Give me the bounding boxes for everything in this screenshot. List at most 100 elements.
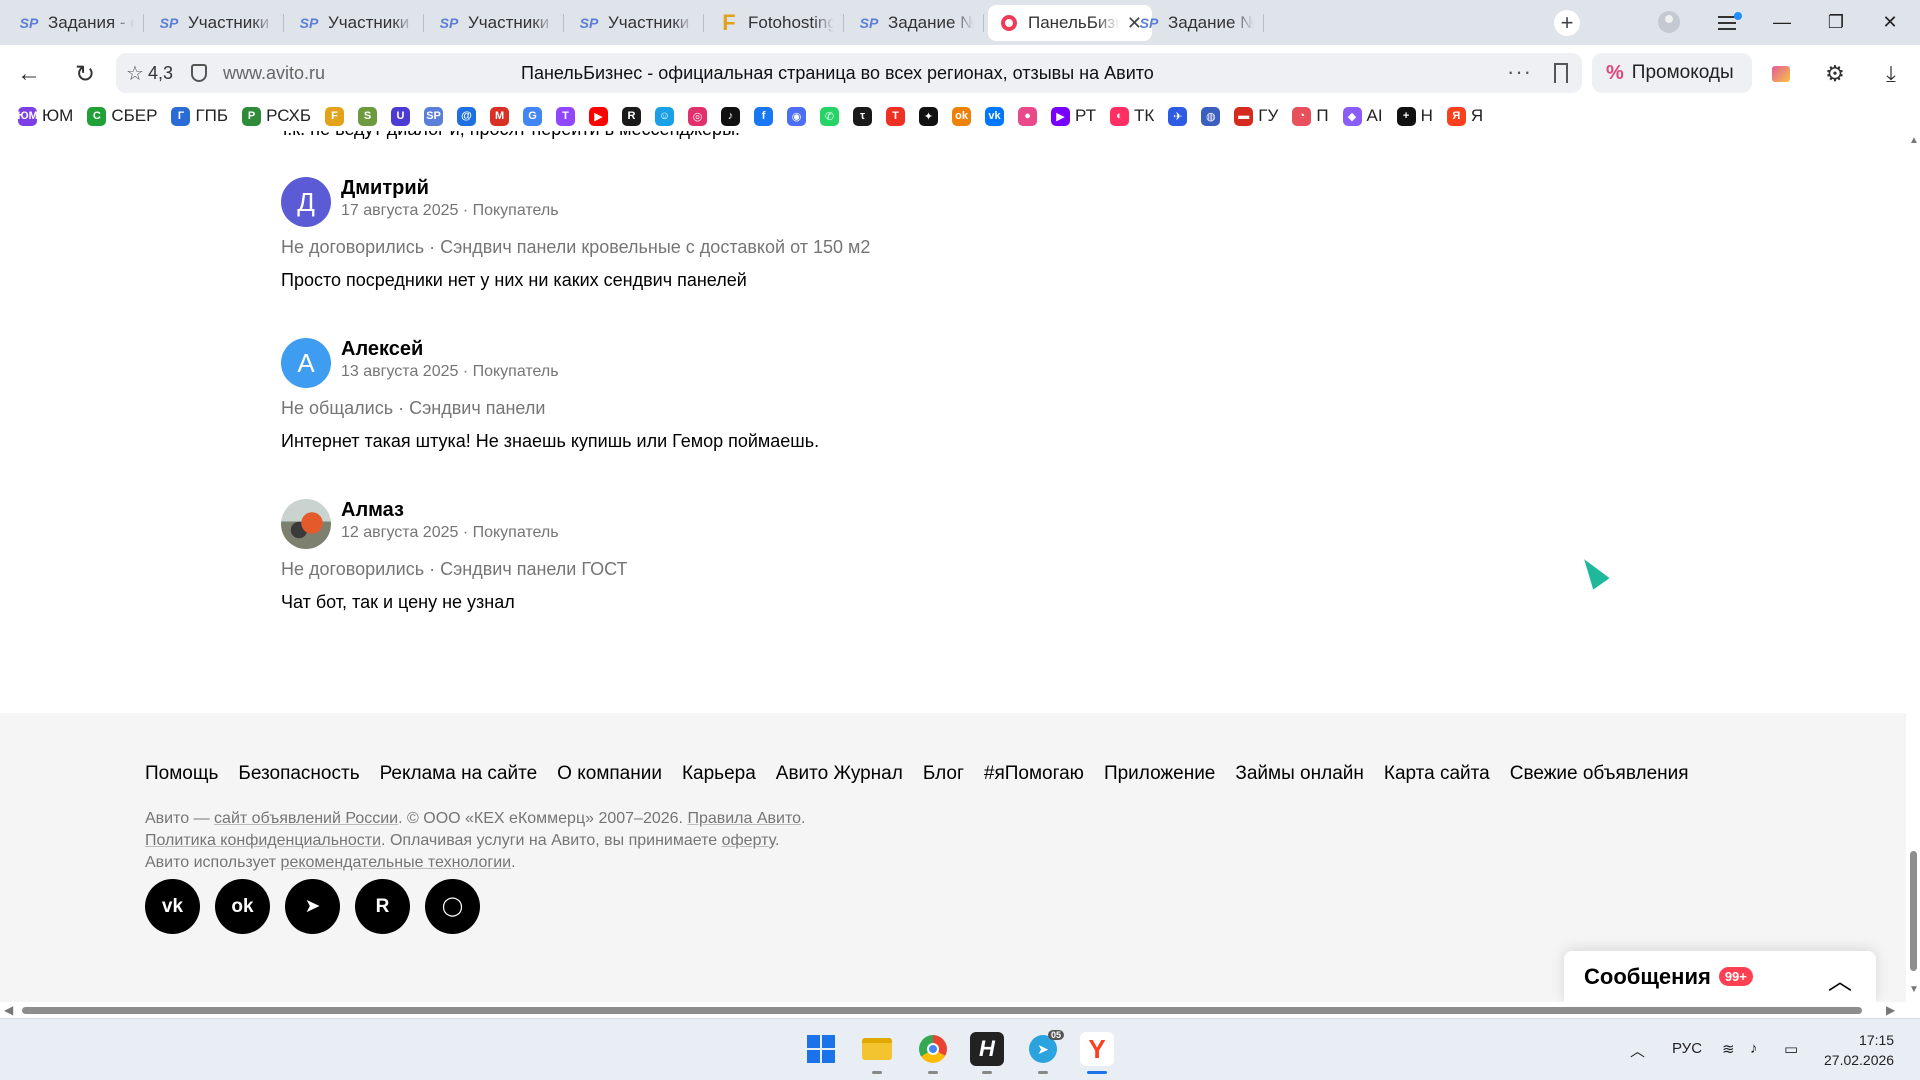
profile-icon[interactable] — [1658, 11, 1680, 33]
russia-classifieds-link[interactable]: сайт объявлений России — [214, 810, 398, 827]
shield-icon[interactable] — [190, 64, 207, 82]
bookmark-item[interactable]: G — [523, 106, 543, 126]
reviewer-name[interactable]: Алмаз — [341, 499, 404, 522]
chevron-up-icon[interactable]: ︿ — [1828, 961, 1852, 996]
footer-link[interactable]: Займы онлайн — [1235, 763, 1363, 785]
url-text[interactable]: www.avito.ru — [223, 63, 325, 84]
bookmark-icon[interactable] — [1554, 63, 1568, 83]
footer-link[interactable]: Приложение — [1104, 763, 1215, 785]
bookmark-item[interactable]: @ — [457, 106, 477, 126]
footer-link[interactable]: Реклама на сайте — [380, 763, 538, 785]
reload-icon[interactable]: ↻ — [68, 57, 102, 91]
minimize-icon[interactable]: — — [1762, 8, 1802, 36]
max-icon[interactable]: ◯ — [425, 879, 480, 934]
bookmark-item[interactable]: ♪ — [721, 106, 741, 126]
bookmark-item[interactable]: ● — [1018, 106, 1038, 126]
bookmark-item[interactable]: S — [358, 106, 378, 126]
bookmark-item[interactable]: С СБЕР — [87, 106, 157, 126]
chrome-icon[interactable] — [916, 1032, 950, 1074]
browser-tab[interactable]: F Fotohosting.Pro — [708, 5, 844, 41]
address-bar[interactable]: ☆ 4,3 www.avito.ru ПанельБизнес - официа… — [116, 53, 1582, 93]
horizontal-scrollbar[interactable]: ◀ ▶ — [0, 1002, 1920, 1018]
browser-tab[interactable]: SP Участники - пр — [148, 5, 284, 41]
bookmark-item[interactable]: ◆ AI — [1342, 106, 1383, 126]
rutube-icon[interactable]: R — [355, 879, 410, 934]
reviewer-name[interactable]: Дмитрий — [341, 177, 429, 200]
browser-tab[interactable]: SP Задание №283 — [1128, 5, 1264, 41]
bookmark-item[interactable]: ◔ П — [1292, 106, 1329, 126]
browser-tab[interactable]: SP Задание №283 — [848, 5, 984, 41]
start-icon[interactable] — [804, 1032, 838, 1066]
vertical-scroll-thumb[interactable] — [1910, 851, 1917, 971]
footer-link[interactable]: О компании — [557, 763, 662, 785]
footer-link[interactable]: Помощь — [145, 763, 218, 785]
bookmark-item[interactable]: ◉ — [787, 106, 807, 126]
bookmark-item[interactable]: ▶ РТ — [1051, 106, 1096, 126]
wifi-icon[interactable]: ≋ — [1722, 1040, 1735, 1058]
telegram-icon[interactable]: ➤ 05 — [1026, 1030, 1064, 1074]
scroll-down-arrow-icon[interactable]: ▼ — [1909, 984, 1919, 995]
bookmark-item[interactable]: ▶ — [589, 106, 609, 126]
avatar[interactable] — [281, 499, 331, 549]
scroll-right-arrow-icon[interactable]: ▶ — [1886, 1003, 1895, 1017]
restore-icon[interactable]: ❐ — [1816, 8, 1856, 36]
bookmark-item[interactable]: + Н — [1396, 106, 1433, 126]
bookmark-item[interactable]: vk — [985, 106, 1005, 126]
telegram-icon[interactable]: ➤ — [285, 879, 340, 934]
footer-link[interactable]: Безопасность — [238, 763, 359, 785]
volume-icon[interactable]: ♪ — [1750, 1040, 1758, 1057]
avatar[interactable]: Д — [281, 177, 331, 227]
footer-link[interactable]: #яПомогаю — [984, 763, 1084, 785]
offer-link[interactable]: оферту — [722, 832, 775, 849]
reviewer-name[interactable]: Алексей — [341, 338, 423, 361]
messages-widget[interactable]: Сообщения 99+ ︿ — [1564, 951, 1876, 1002]
vk-icon[interactable]: vk — [145, 879, 200, 934]
avatar[interactable]: А — [281, 338, 331, 388]
bookmark-item[interactable]: F — [325, 106, 345, 126]
bookmark-item[interactable]: T — [556, 106, 576, 126]
more-dots-icon[interactable]: ··· — [1507, 59, 1532, 85]
footer-link[interactable]: Карта сайта — [1384, 763, 1490, 785]
bookmark-item[interactable]: ◍ — [1201, 106, 1221, 126]
ok-icon[interactable]: ok — [215, 879, 270, 934]
bookmark-item[interactable]: ✆ — [820, 106, 840, 126]
bookmark-item[interactable]: ✈ — [1168, 106, 1188, 126]
bookmark-item[interactable]: τ — [853, 106, 873, 126]
browser-tab[interactable]: SP Участники - пр — [568, 5, 704, 41]
recommendation-tech-link[interactable]: рекомендательные технологии — [281, 854, 512, 871]
bookmark-item[interactable]: ▬ ГУ — [1234, 106, 1278, 126]
bookmark-item[interactable]: ✦ — [919, 106, 939, 126]
bookmark-item[interactable]: R — [622, 106, 642, 126]
footer-link[interactable]: Авито Журнал — [776, 763, 903, 785]
system-clock[interactable]: 17:15 27.02.2026 — [1824, 1030, 1894, 1070]
bookmark-item[interactable]: SP — [424, 106, 444, 126]
footer-link[interactable]: Блог — [923, 763, 964, 785]
scroll-left-arrow-icon[interactable]: ◀ — [4, 1003, 13, 1017]
bookmark-item[interactable]: ЮМ ЮМ — [17, 106, 73, 126]
language-indicator[interactable]: РУС — [1672, 1040, 1702, 1057]
yandex-browser-icon[interactable]: Y — [1080, 1032, 1114, 1074]
app-h-icon[interactable]: H — [970, 1032, 1004, 1074]
promo-button[interactable]: % Промокоды — [1592, 53, 1752, 93]
bookmark-item[interactable]: ☺ — [655, 106, 675, 126]
bookmark-item[interactable]: T — [886, 106, 906, 126]
download-icon[interactable]: ⤓ — [1876, 59, 1906, 89]
browser-menu-icon[interactable] — [1718, 12, 1742, 32]
vertical-scrollbar[interactable]: ▲ ▼ — [1906, 131, 1920, 1002]
avito-rules-link[interactable]: Правила Авито — [687, 810, 801, 827]
image-search-icon[interactable] — [1766, 59, 1796, 89]
horizontal-scroll-thumb[interactable] — [22, 1007, 1862, 1014]
back-arrow-icon[interactable]: ← — [12, 57, 46, 91]
browser-tab[interactable]: SP Участники - пр — [428, 5, 564, 41]
bookmark-item[interactable]: ◐ ТК — [1110, 106, 1154, 126]
bookmark-item[interactable]: Г ГПБ — [171, 106, 228, 126]
new-tab-button[interactable]: + — [1554, 10, 1580, 36]
scroll-up-arrow-icon[interactable]: ▲ — [1909, 135, 1919, 146]
tray-chevron-up-icon[interactable]: ︿ — [1630, 1040, 1645, 1061]
footer-link[interactable]: Карьера — [682, 763, 756, 785]
close-window-icon[interactable]: ✕ — [1870, 8, 1910, 36]
browser-tab[interactable]: SP Задания - общ — [8, 5, 144, 41]
bookmark-item[interactable]: Р РСХБ — [242, 106, 311, 126]
privacy-policy-link[interactable]: Политика конфиденциальности — [145, 832, 381, 849]
extensions-icon[interactable]: ⚙ — [1820, 59, 1850, 89]
